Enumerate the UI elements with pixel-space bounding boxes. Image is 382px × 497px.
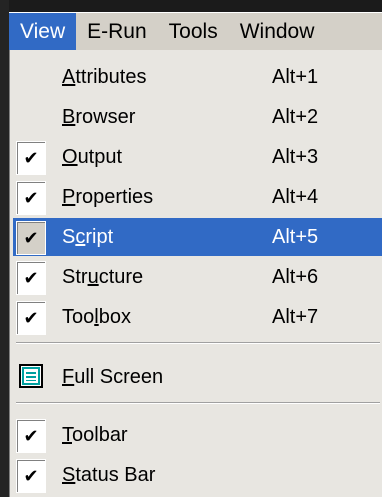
checkmark-icon: ✔: [16, 181, 46, 215]
menu-item-shortcut: Alt+6: [272, 265, 319, 288]
menu-item-label: Status Bar: [62, 463, 156, 486]
menu-item-script[interactable]: ✔ Script Alt+5: [13, 218, 382, 256]
desktop-edge: [0, 0, 9, 497]
checkmark-icon: ✔: [16, 419, 46, 453]
menu-item-attributes[interactable]: Attributes Alt+1: [13, 58, 382, 96]
checkmark-icon: ✔: [16, 459, 46, 493]
menu-item-browser[interactable]: Browser Alt+2: [13, 98, 382, 136]
menu-item-toolbox[interactable]: ✔ Toolbox Alt+7: [13, 298, 382, 336]
menu-item-label: Output: [62, 145, 123, 168]
menu-item-shortcut: Alt+5: [272, 225, 319, 248]
menu-item-shortcut: Alt+7: [272, 305, 319, 328]
menu-e-run[interactable]: E-Run: [76, 13, 158, 51]
menu-separator: [16, 402, 380, 404]
checkmark-icon: ✔: [16, 141, 46, 175]
menu-item-structure[interactable]: ✔ Structure Alt+6: [13, 258, 382, 296]
checkmark-icon: ✔: [16, 221, 46, 255]
menu-item-properties[interactable]: ✔ Properties Alt+4: [13, 178, 382, 216]
fullscreen-window-icon: [19, 364, 43, 388]
menu-item-label: Properties: [62, 185, 154, 208]
menu-item-label: Toolbox: [62, 305, 131, 328]
menu-item-label: Browser: [62, 105, 136, 128]
menu-tools[interactable]: Tools: [158, 13, 229, 51]
menu-bar: View E-Run Tools Window: [9, 12, 382, 51]
menu-item-label: Attributes: [62, 65, 147, 88]
menu-item-output[interactable]: ✔ Output Alt+3: [13, 138, 382, 176]
menu-window[interactable]: Window: [229, 13, 326, 51]
menu-item-status-bar[interactable]: ✔ Status Bar: [13, 456, 382, 494]
checkbox-empty: [16, 61, 44, 93]
menu-item-shortcut: Alt+1: [272, 65, 319, 88]
view-menu-dropdown: Attributes Alt+1 Browser Alt+2 ✔ Output …: [9, 50, 382, 497]
menu-item-toolbar[interactable]: ✔ Toolbar: [13, 416, 382, 454]
menu-separator: [16, 342, 380, 344]
menu-item-label: Full Screen: [62, 365, 164, 388]
app-screenshot: View E-Run Tools Window Attributes Alt+1…: [0, 0, 382, 497]
checkmark-icon: ✔: [16, 261, 46, 295]
menu-item-label: Script: [62, 225, 114, 248]
menu-item-shortcut: Alt+3: [272, 145, 319, 168]
menu-item-label: Structure: [62, 265, 144, 288]
menu-item-label: Toolbar: [62, 423, 128, 446]
checkmark-icon: ✔: [16, 301, 46, 335]
menu-item-shortcut: Alt+4: [272, 185, 319, 208]
menu-view[interactable]: View: [9, 13, 77, 51]
menu-item-full-screen[interactable]: Full Screen: [13, 358, 382, 396]
checkbox-empty: [16, 101, 44, 133]
menu-item-shortcut: Alt+2: [272, 105, 319, 128]
